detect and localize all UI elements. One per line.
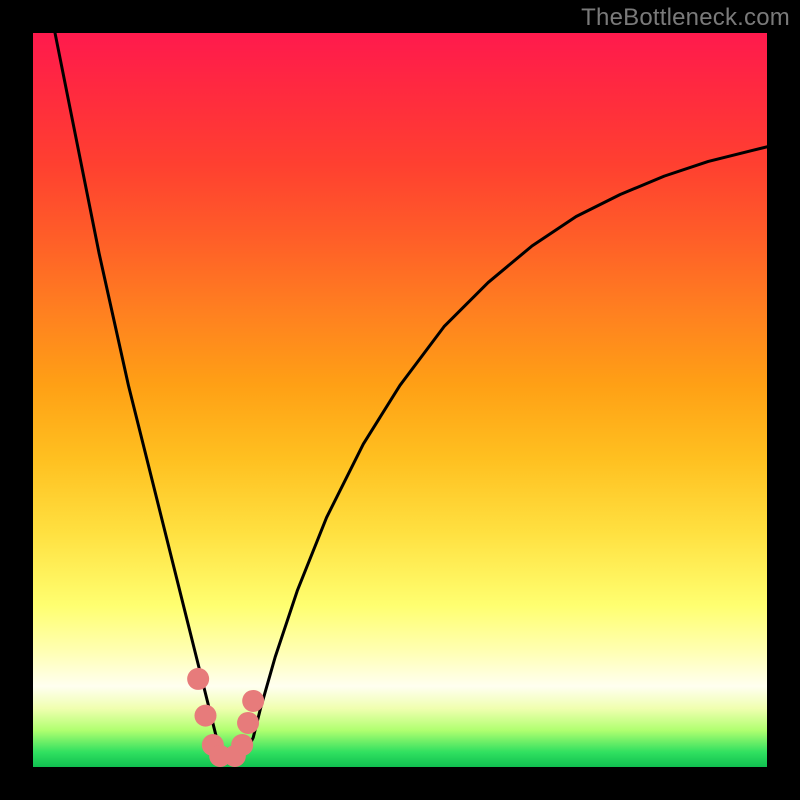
chart-svg	[33, 33, 767, 767]
highlight-point	[231, 734, 253, 756]
highlight-point	[194, 705, 216, 727]
chart-frame: TheBottleneck.com	[0, 0, 800, 800]
plot-area	[33, 33, 767, 767]
bottleneck-curve	[55, 33, 767, 760]
highlight-markers	[187, 668, 264, 767]
watermark-text: TheBottleneck.com	[581, 4, 790, 32]
highlight-point	[242, 690, 264, 712]
highlight-point	[187, 668, 209, 690]
highlight-point	[237, 712, 259, 734]
